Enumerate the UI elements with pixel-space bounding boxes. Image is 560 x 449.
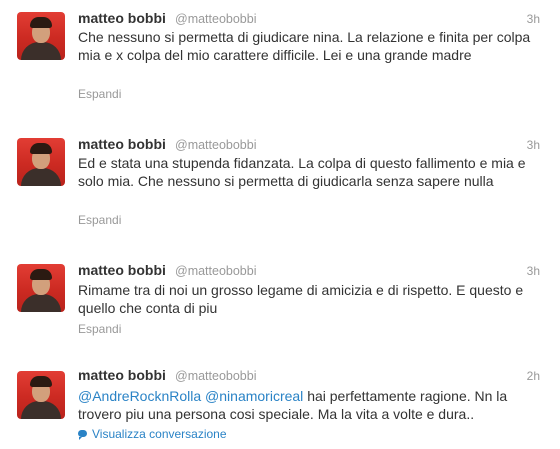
avatar[interactable] xyxy=(17,371,65,419)
user-name[interactable]: matteo bobbi xyxy=(78,10,166,26)
user-name[interactable]: matteo bobbi xyxy=(78,262,166,278)
speech-bubble-icon xyxy=(78,430,87,440)
avatar[interactable] xyxy=(17,12,65,60)
tweet-text: Ed e stata una stupenda fidanzata. La co… xyxy=(78,155,526,189)
mention-link[interactable]: @ninamoricreal xyxy=(205,388,303,404)
view-conversation-label: Visualizza conversazione xyxy=(92,427,227,441)
timestamp[interactable]: 3h xyxy=(527,264,540,278)
user-handle[interactable]: @matteobobbi xyxy=(175,264,257,278)
timestamp[interactable]: 3h xyxy=(527,138,540,152)
avatar[interactable] xyxy=(17,138,65,186)
user-name[interactable]: matteo bobbi xyxy=(78,136,166,152)
user-handle[interactable]: @matteobobbi xyxy=(175,138,257,152)
user-handle[interactable]: @matteobobbi xyxy=(175,369,257,383)
avatar[interactable] xyxy=(17,264,65,312)
view-conversation-link[interactable]: Visualizza conversazione xyxy=(78,427,227,441)
tweet-text: Rimame tra di noi un grosso legame di am… xyxy=(78,282,524,316)
tweet-text: Che nessuno si permetta di giudicare nin… xyxy=(78,29,531,63)
timestamp[interactable]: 3h xyxy=(527,12,540,26)
mention-link[interactable]: @AndreRocknRolla xyxy=(78,388,201,404)
tweet-text: @AndreRocknRolla @ninamoricreal hai perf… xyxy=(78,387,538,423)
user-handle[interactable]: @matteobobbi xyxy=(175,12,257,26)
expand-link[interactable]: Espandi xyxy=(78,322,121,336)
timestamp[interactable]: 2h xyxy=(527,369,540,383)
expand-link[interactable]: Espandi xyxy=(78,87,121,101)
expand-link[interactable]: Espandi xyxy=(78,213,121,227)
user-name[interactable]: matteo bobbi xyxy=(78,367,166,383)
